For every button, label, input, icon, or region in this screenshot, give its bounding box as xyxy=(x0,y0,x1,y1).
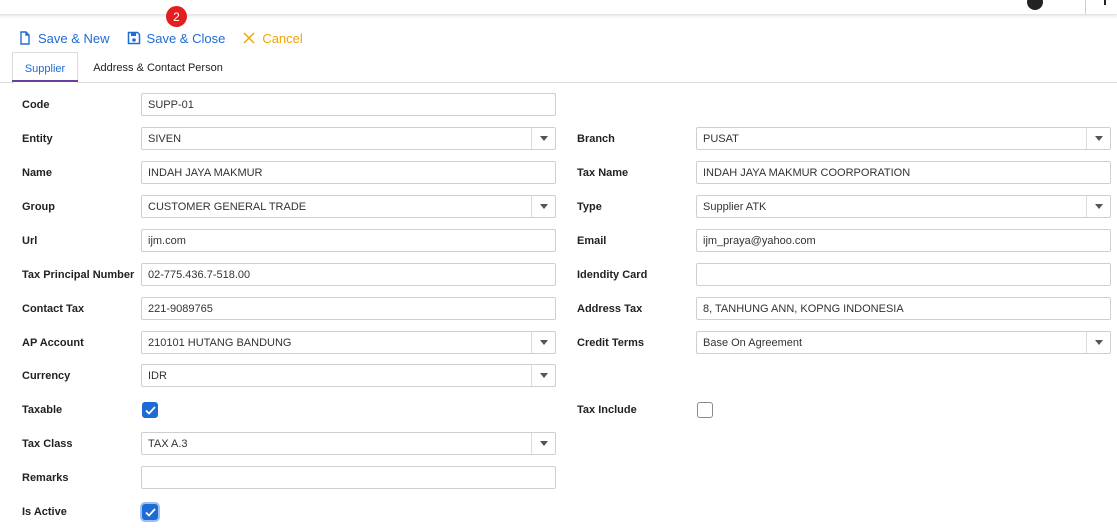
address-tax-input[interactable]: 8, TANHUNG ANN, KOPNG INDONESIA xyxy=(696,297,1111,320)
branch-select[interactable]: PUSAT xyxy=(696,127,1111,150)
address-tax-value: 8, TANHUNG ANN, KOPNG INDONESIA xyxy=(703,302,904,315)
taxable-label: Taxable xyxy=(22,403,63,416)
chevron-down-icon[interactable] xyxy=(531,365,555,386)
ap-account-label: AP Account xyxy=(22,336,84,349)
tax-principal-value: 02-775.436.7-518.00 xyxy=(148,268,251,281)
is-active-checkbox[interactable] xyxy=(142,504,158,520)
tax-principal-label: Tax Principal Number xyxy=(22,268,135,281)
globe-icon[interactable] xyxy=(1027,0,1043,10)
cancel-label: Cancel xyxy=(262,30,303,46)
code-value: SUPP-01 xyxy=(148,98,194,111)
save-close-label: Save & Close xyxy=(146,30,226,46)
contact-tax-value: 221-9089765 xyxy=(148,302,213,315)
chevron-down-icon[interactable] xyxy=(531,128,555,149)
chevron-down-icon[interactable] xyxy=(1086,128,1110,149)
tax-class-value: TAX A.3 xyxy=(148,437,188,450)
type-value: Supplier ATK xyxy=(703,200,767,213)
entity-label: Entity xyxy=(22,132,53,145)
code-label: Code xyxy=(22,98,50,111)
entity-value: SIVEN xyxy=(148,132,182,145)
code-input[interactable]: SUPP-01 xyxy=(141,93,556,116)
taxable-checkbox[interactable] xyxy=(142,402,158,418)
credit-terms-label: Credit Terms xyxy=(577,336,645,349)
remarks-label: Remarks xyxy=(22,471,69,484)
tax-name-label: Tax Name xyxy=(577,166,629,179)
url-label: Url xyxy=(22,234,38,247)
group-select[interactable]: CUSTOMER GENERAL TRADE xyxy=(141,195,556,218)
tax-include-label: Tax Include xyxy=(577,403,637,416)
currency-value: IDR xyxy=(148,369,167,382)
email-label: Email xyxy=(577,234,607,247)
header-divider xyxy=(1085,0,1086,14)
chevron-down-icon[interactable] xyxy=(1086,332,1110,353)
is-active-label: Is Active xyxy=(22,505,67,518)
save-new-label: Save & New xyxy=(38,30,110,46)
credit-terms-value: Base On Agreement xyxy=(703,336,803,349)
tax-name-value: INDAH JAYA MAKMUR COORPORATION xyxy=(703,166,911,179)
ap-account-value: 210101 HUTANG BANDUNG xyxy=(148,336,292,349)
chevron-down-icon[interactable] xyxy=(531,196,555,217)
currency-label: Currency xyxy=(22,369,71,382)
email-input[interactable]: ijm_praya@yahoo.com xyxy=(696,229,1111,252)
save-new-button[interactable]: Save & New xyxy=(18,31,110,46)
ap-account-select[interactable]: 210101 HUTANG BANDUNG xyxy=(141,331,556,354)
name-value: INDAH JAYA MAKMUR xyxy=(148,166,263,179)
name-label: Name xyxy=(22,166,52,179)
tax-principal-input[interactable]: 02-775.436.7-518.00 xyxy=(141,263,556,286)
url-value: ijm.com xyxy=(148,234,186,247)
group-value: CUSTOMER GENERAL TRADE xyxy=(148,200,307,213)
entity-select[interactable]: SIVEN xyxy=(141,127,556,150)
document-icon xyxy=(20,31,30,45)
branch-label: Branch xyxy=(577,132,615,145)
email-value: ijm_praya@yahoo.com xyxy=(703,234,816,247)
save-close-button[interactable]: Save & Close xyxy=(127,30,226,46)
floppy-disk-icon xyxy=(127,31,140,45)
tax-include-checkbox[interactable] xyxy=(697,402,713,418)
cancel-button[interactable]: Cancel xyxy=(242,30,303,46)
type-select[interactable]: Supplier ATK xyxy=(696,195,1111,218)
action-toolbar: Save & New Save & Close Cancel xyxy=(18,28,320,48)
contact-tax-label: Contact Tax xyxy=(22,302,85,315)
identity-card-label: Idendity Card xyxy=(577,268,648,281)
header-menu-icon[interactable] xyxy=(1104,0,1106,5)
tab-bar: Supplier Address & Contact Person xyxy=(0,52,1117,84)
tab-supplier[interactable]: Supplier xyxy=(12,52,78,84)
currency-select[interactable]: IDR xyxy=(141,364,556,387)
chevron-down-icon[interactable] xyxy=(1086,196,1110,217)
name-input[interactable]: INDAH JAYA MAKMUR xyxy=(141,161,556,184)
checkmark-icon xyxy=(144,405,156,415)
tax-name-input[interactable]: INDAH JAYA MAKMUR COORPORATION xyxy=(696,161,1111,184)
type-label: Type xyxy=(577,200,602,213)
branch-value: PUSAT xyxy=(703,132,739,145)
step-badge: 2 xyxy=(166,6,187,27)
tax-class-select[interactable]: TAX A.3 xyxy=(141,432,556,455)
close-icon xyxy=(243,32,255,44)
group-label: Group xyxy=(22,200,55,213)
tab-address-contact[interactable]: Address & Contact Person xyxy=(83,52,233,83)
checkmark-icon xyxy=(144,507,156,517)
identity-card-input[interactable] xyxy=(696,263,1111,286)
url-input[interactable]: ijm.com xyxy=(141,229,556,252)
credit-terms-select[interactable]: Base On Agreement xyxy=(696,331,1111,354)
chevron-down-icon[interactable] xyxy=(531,332,555,353)
address-tax-label: Address Tax xyxy=(577,302,643,315)
tax-class-label: Tax Class xyxy=(22,437,73,450)
remarks-input[interactable] xyxy=(141,466,556,489)
chevron-down-icon[interactable] xyxy=(531,433,555,454)
contact-tax-input[interactable]: 221-9089765 xyxy=(141,297,556,320)
